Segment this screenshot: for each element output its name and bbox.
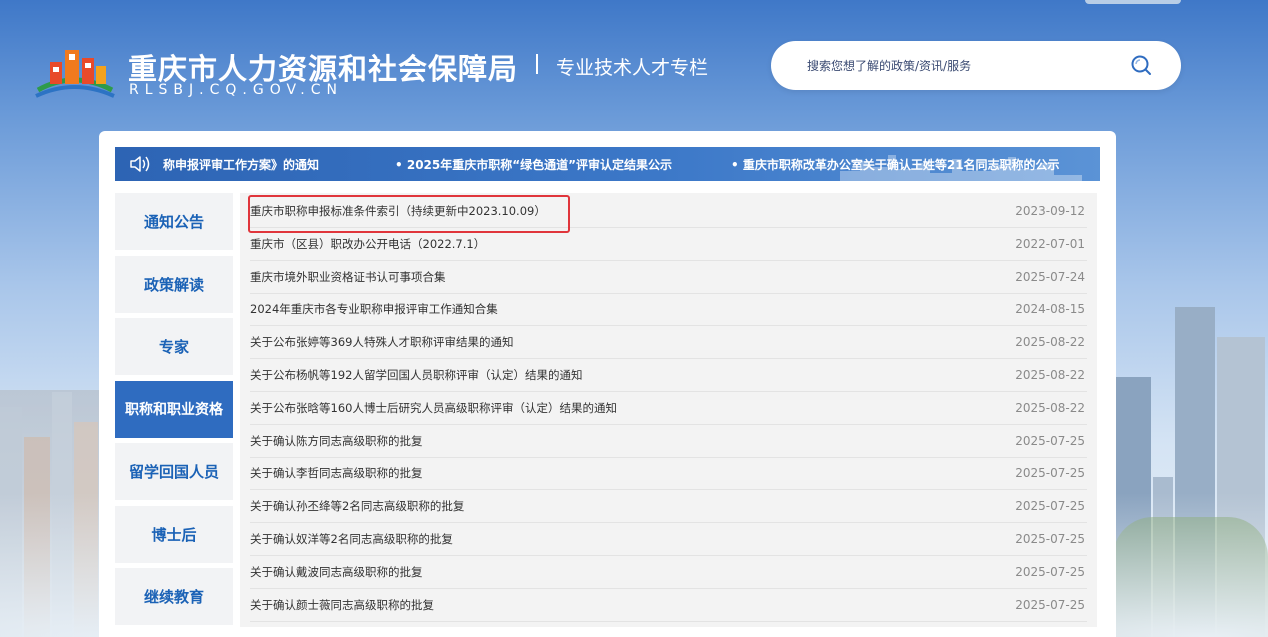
title-separator	[536, 54, 538, 74]
list-item[interactable]: 重庆市职称申报标准条件索引（持续更新中2023.10.09） 2023-09-12	[250, 195, 1087, 228]
list-item-title[interactable]: 关于确认李哲同志高级职称的批复	[250, 465, 423, 481]
speaker-icon	[129, 154, 151, 174]
list-item-date: 2025-07-25	[1015, 564, 1085, 579]
list-item-title[interactable]: 2024年重庆市各专业职称申报评审工作通知合集	[250, 301, 498, 317]
list-item-date: 2022-07-01	[1015, 236, 1085, 251]
article-list: 重庆市职称申报标准条件索引（持续更新中2023.10.09） 2023-09-12…	[240, 193, 1097, 627]
list-item[interactable]: 重庆市（区县）职改办公开电话（2022.7.1） 2022-07-01	[250, 228, 1087, 261]
main-panel: 称申报评审工作方案》的通知 • 2025年重庆市职称“绿色通道”评审认定结果公示…	[99, 131, 1116, 637]
list-item-title[interactable]: 关于公布张晗等160人博士后研究人员高级职称评审（认定）结果的通知	[250, 400, 617, 416]
list-item-date: 2025-08-22	[1015, 335, 1085, 350]
sidebar-item-continuing-education[interactable]: 继续教育	[115, 568, 233, 625]
list-item[interactable]: 关于确认颜士薇同志高级职称的批复 2025-07-25	[250, 589, 1087, 622]
list-item-date: 2024-08-15	[1015, 302, 1085, 317]
list-item[interactable]: 关于公布杨帆等192人留学回国人员职称评审（认定）结果的通知 2025-08-22	[250, 359, 1087, 392]
site-logo[interactable]	[34, 40, 116, 102]
search-icon[interactable]	[1129, 53, 1155, 79]
column-name: 专业技术人才专栏	[556, 57, 709, 79]
sidebar-item-returned-overseas[interactable]: 留学回国人员	[115, 443, 233, 500]
list-item-title[interactable]: 关于确认陈方同志高级职称的批复	[250, 433, 423, 449]
list-item[interactable]: 关于确认孙丕绛等2名同志高级职称的批复 2025-07-25	[250, 490, 1087, 524]
list-item-date: 2025-07-25	[1015, 499, 1085, 514]
list-item[interactable]: 重庆市境外职业资格证书认可事项合集 2025-07-24	[250, 261, 1087, 294]
site-domain: RLSBJ.CQ.GOV.CN	[129, 82, 343, 98]
sidebar-item-experts[interactable]: 专家	[115, 318, 233, 375]
ticker-item[interactable]: 称申报评审工作方案》的通知	[163, 156, 319, 173]
list-item-title[interactable]: 关于公布张婷等369人特殊人才职称评审结果的通知	[250, 334, 513, 350]
list-item-title[interactable]: 关于确认颜士薇同志高级职称的批复	[250, 597, 434, 613]
sidebar-item-notices[interactable]: 通知公告	[115, 193, 233, 250]
list-item-date: 2025-08-22	[1015, 400, 1085, 415]
list-item-date: 2025-07-24	[1015, 269, 1085, 284]
sidebar-item-policy-interpretation[interactable]: 政策解读	[115, 255, 233, 313]
ticker-item[interactable]: • 2025年重庆市职称“绿色通道”评审认定结果公示	[395, 156, 672, 173]
list-item-title[interactable]: 关于确认奴洋等2名同志高级职称的批复	[250, 531, 453, 547]
news-ticker: 称申报评审工作方案》的通知 • 2025年重庆市职称“绿色通道”评审认定结果公示…	[115, 147, 1100, 181]
sidebar-nav: 通知公告 政策解读 专家 职称和职业资格 留学回国人员 博士后 继续教育	[115, 193, 233, 631]
top-tab-decoration	[1085, 0, 1181, 4]
list-item[interactable]: 关于确认戴波同志高级职称的批复 2025-07-25	[250, 556, 1087, 589]
sidebar-item-postdoc[interactable]: 博士后	[115, 505, 233, 563]
list-item-date: 2025-07-25	[1015, 466, 1085, 481]
list-item[interactable]: 关于确认陈方同志高级职称的批复 2025-07-25	[250, 425, 1087, 458]
list-item-date: 2025-08-22	[1015, 368, 1085, 382]
list-item-title[interactable]: 关于公布杨帆等192人留学回国人员职称评审（认定）结果的通知	[250, 367, 582, 383]
list-item-date: 2025-07-25	[1015, 532, 1085, 546]
ticker-item[interactable]: • 重庆市职称改革办公室关于确认王姓等21名同志职称的公示	[731, 156, 1060, 173]
list-item-date: 2025-07-25	[1015, 433, 1085, 448]
list-item[interactable]: 关于公布张晗等160人博士后研究人员高级职称评审（认定）结果的通知 2025-08…	[250, 392, 1087, 425]
sidebar-item-titles-qualifications[interactable]: 职称和职业资格	[115, 380, 233, 438]
list-item-title[interactable]: 关于确认孙丕绛等2名同志高级职称的批复	[250, 498, 464, 514]
list-item-date: 2025-07-25	[1015, 597, 1085, 612]
list-item-title[interactable]: 重庆市职称申报标准条件索引（持续更新中2023.10.09）	[250, 203, 546, 219]
search-box[interactable]	[771, 41, 1181, 90]
list-item[interactable]: 2024年重庆市各专业职称申报评审工作通知合集 2024-08-15	[250, 293, 1087, 327]
list-item[interactable]: 关于确认奴洋等2名同志高级职称的批复 2025-07-25	[250, 523, 1087, 556]
list-item[interactable]: 关于公布张婷等369人特殊人才职称评审结果的通知 2025-08-22	[250, 326, 1087, 360]
list-item-date: 2023-09-12	[1015, 204, 1085, 218]
list-item-title[interactable]: 重庆市境外职业资格证书认可事项合集	[250, 269, 446, 285]
list-item[interactable]: 关于确认李哲同志高级职称的批复 2025-07-25	[250, 457, 1087, 491]
search-input[interactable]	[807, 55, 1127, 77]
list-item-title[interactable]: 关于确认戴波同志高级职称的批复	[250, 564, 423, 580]
list-item-title[interactable]: 重庆市（区县）职改办公开电话（2022.7.1）	[250, 236, 485, 252]
